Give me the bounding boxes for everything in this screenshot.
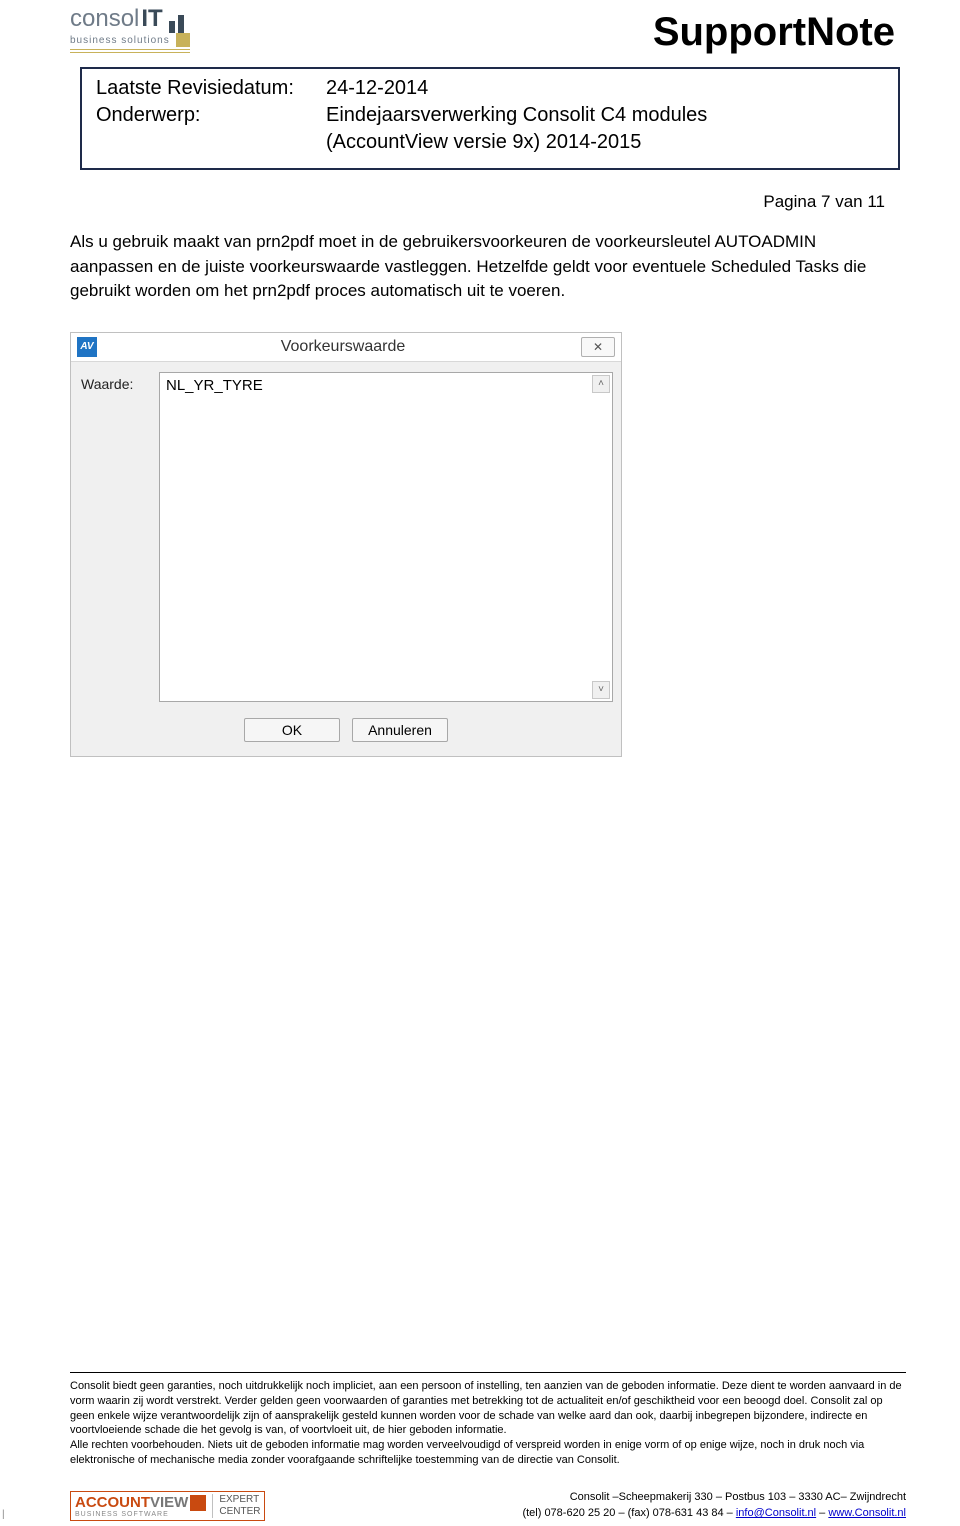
page-number: Pagina 7 van 11 [0,192,885,212]
av-brand-2: VIEW [150,1494,188,1511]
av-brand-1: ACCOUNT [75,1494,150,1511]
brand-logo: consolIT business solutions [70,5,190,53]
disclaimer-p1: Consolit biedt geen garanties, noch uitd… [70,1379,906,1438]
contact-web-link[interactable]: www.Consolit.nl [828,1507,906,1519]
waarde-textarea[interactable]: NL_YR_TYRE ˄ ˅ [159,372,613,702]
accountview-logo: ACCOUNTVIEW BUSINESS SOFTWARE EXPERT CEN… [70,1491,265,1521]
close-button[interactable]: ✕ [581,337,615,357]
logo-text-bold: IT [141,5,162,33]
disclaimer-p2: Alle rechten voorbehouden. Niets uit de … [70,1438,906,1468]
logo-subtitle: business solutions [70,33,190,53]
cancel-button[interactable]: Annuleren [352,718,448,742]
ok-button[interactable]: OK [244,718,340,742]
close-icon: ✕ [593,340,603,354]
contact-address: Consolit –Scheepmakerij 330 – Postbus 10… [522,1490,906,1506]
contact-phones: (tel) 078-620 25 20 – (fax) 078-631 43 8… [522,1507,735,1519]
meta-value-revision: 24-12-2014 [326,75,428,102]
chevron-up-icon: ˄ [598,378,604,389]
app-av-icon: AV [77,337,97,357]
contact-text: Consolit –Scheepmakerij 330 – Postbus 10… [522,1490,906,1522]
footer-contact-bar: ACCOUNTVIEW BUSINESS SOFTWARE EXPERT CEN… [70,1490,906,1522]
expert-center-badge: EXPERT CENTER [212,1494,260,1518]
chevron-down-icon: ˅ [598,684,604,695]
av-square-icon [190,1495,206,1511]
footer-disclaimer-block: Consolit biedt geen garanties, noch uitd… [70,1372,906,1468]
dialog-titlebar: AV Voorkeurswaarde ✕ [71,333,621,362]
meta-label-subject: Onderwerp: [96,102,326,129]
av-brand-sub: BUSINESS SOFTWARE [75,1511,206,1518]
dialog-title: Voorkeurswaarde [105,338,581,356]
meta-value-subject-2: (AccountView versie 9x) 2014-2015 [326,129,888,156]
dialog-voorkeurswaarde: AV Voorkeurswaarde ✕ Waarde: NL_YR_TYRE … [70,332,622,757]
page-edge-mark: | [2,1509,5,1520]
scroll-down-button[interactable]: ˅ [592,681,610,699]
footer-divider [70,1372,906,1373]
field-label-waarde: Waarde: [81,372,159,702]
meta-value-subject: Eindejaarsverwerking Consolit C4 modules [326,102,707,129]
logo-marks-icon [169,15,184,33]
scroll-up-button[interactable]: ˄ [592,375,610,393]
contact-email-link[interactable]: info@Consolit.nl [736,1507,816,1519]
logo-square-icon [176,33,190,47]
waarde-value: NL_YR_TYRE [166,377,263,394]
body-paragraph: Als u gebruik maakt van prn2pdf moet in … [70,230,890,304]
meta-label-revision: Laatste Revisiedatum: [96,75,326,102]
meta-box: Laatste Revisiedatum: 24-12-2014 Onderwe… [80,67,900,170]
logo-text: consol [70,5,139,33]
